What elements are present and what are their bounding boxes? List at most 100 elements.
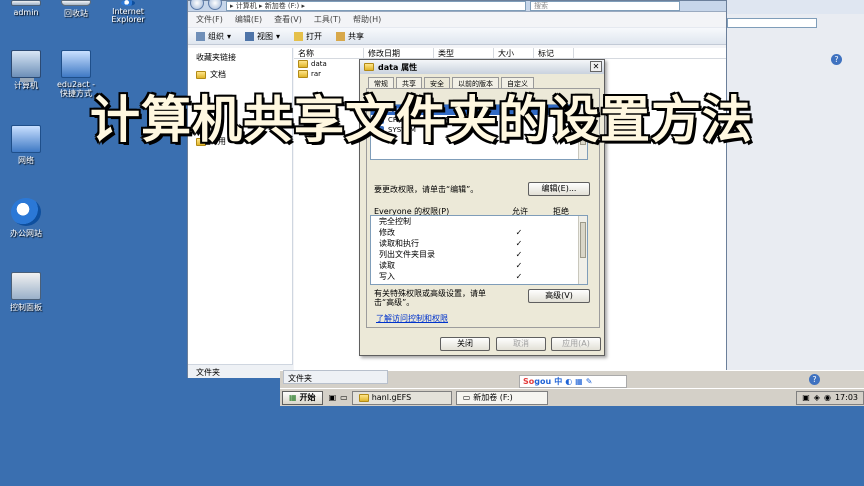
folders-toggle[interactable]: 文件夹 bbox=[188, 364, 293, 378]
file-name: rar bbox=[311, 70, 322, 78]
shortcut-icon bbox=[61, 50, 91, 78]
help-icon[interactable]: ? bbox=[809, 374, 820, 385]
recycle-bin-icon bbox=[61, 0, 91, 6]
views-button[interactable]: 视图 ▾ bbox=[245, 31, 280, 42]
desktop-icon-label: 控制面板 bbox=[10, 303, 42, 312]
start-label: 开始 bbox=[299, 393, 316, 402]
taskbar: ▦ 开始 ▣ ▭ hanl.gEFS ▭ 新加卷 (F:) ▣ ◈ ◉ 17:03 bbox=[280, 388, 864, 406]
permission-name: 写入 bbox=[379, 272, 395, 281]
volume-tray-icon[interactable]: ◈ bbox=[814, 393, 820, 402]
open-label: 打开 bbox=[306, 31, 323, 41]
change-hint: 要更改权限，请单击“编辑”。 bbox=[374, 185, 479, 194]
column-tags[interactable]: 标记 bbox=[534, 48, 574, 58]
folder-icon bbox=[364, 63, 374, 71]
help-icon[interactable]: ? bbox=[831, 54, 842, 65]
background-titlebar bbox=[723, 0, 864, 14]
views-icon bbox=[245, 31, 255, 41]
folder-icon bbox=[298, 60, 308, 68]
scrollbar-thumb[interactable] bbox=[580, 222, 586, 258]
desktop-icon-recycle-bin[interactable]: 回收站 bbox=[50, 0, 102, 19]
views-label: 视图 bbox=[257, 31, 274, 41]
desktop-icon-label: 计算机 bbox=[14, 81, 38, 90]
edit-button[interactable]: 编辑(E)... bbox=[528, 182, 590, 196]
sogou-logo: Sogou bbox=[523, 377, 551, 386]
clock[interactable]: 17:03 bbox=[835, 393, 858, 402]
access-control-help-link[interactable]: 了解访问控制和权限 bbox=[376, 313, 448, 324]
quick-launch-icon[interactable]: ▭ bbox=[340, 393, 348, 402]
folder-icon bbox=[298, 70, 308, 78]
permission-name: 修改 bbox=[379, 228, 395, 237]
permission-name: 读取 bbox=[379, 261, 395, 270]
permissions-list: 完全控制 修改 ✓ 读取和执行 ✓ 列出文件夹目录 ✓ 读取 ✓ 写入 ✓ bbox=[370, 215, 588, 285]
permission-row: 修改 ✓ bbox=[371, 227, 587, 238]
organize-icon bbox=[196, 31, 205, 41]
desktop-icon-computer[interactable]: 计算机 bbox=[0, 50, 52, 91]
organize-label: 组织 bbox=[208, 31, 224, 41]
ime-keyboard-icon[interactable]: ▦ bbox=[575, 377, 583, 386]
desktop-icon-ie[interactable]: Internet Explorer bbox=[100, 0, 156, 24]
ie-icon bbox=[11, 198, 41, 226]
address-field[interactable]: ▸ 计算机 ▸ 新加卷 (F:) ▸ bbox=[226, 1, 526, 11]
menu-file[interactable]: 文件(F) bbox=[196, 14, 223, 25]
task-button[interactable]: hanl.gEFS bbox=[351, 390, 452, 405]
desktop-icon-label: Internet Explorer bbox=[111, 7, 145, 24]
task-label: hanl.gEFS bbox=[371, 393, 412, 402]
menu-tools[interactable]: 工具(T) bbox=[314, 14, 341, 25]
column-modified[interactable]: 修改日期 bbox=[364, 48, 434, 58]
system-tray: ▣ ◈ ◉ 17:03 bbox=[796, 390, 864, 405]
sogou-logo-s: So bbox=[523, 377, 535, 386]
advanced-hint: 有关特殊权限或高级设置，请单击“高级”。 bbox=[374, 289, 486, 307]
menu-view[interactable]: 查看(V) bbox=[274, 14, 302, 25]
dialog-titlebar: data 属性 bbox=[360, 60, 604, 74]
permission-row: 完全控制 bbox=[371, 216, 587, 227]
advanced-button[interactable]: 高级(V) bbox=[528, 289, 590, 303]
menu-help[interactable]: 帮助(H) bbox=[353, 14, 381, 25]
column-size[interactable]: 大小 bbox=[494, 48, 534, 58]
sogou-logo-gou: gou bbox=[534, 377, 552, 386]
toolbar: 组织 ▾ 视图 ▾ 打开 共享 bbox=[188, 27, 726, 45]
desktop-icon-admin[interactable]: admin bbox=[0, 0, 52, 17]
cancel-button[interactable]: 取消 bbox=[496, 337, 546, 351]
scrollbar[interactable] bbox=[578, 216, 587, 284]
dialog-title: data 属性 bbox=[378, 62, 418, 72]
folders-pane-label: 文件夹 bbox=[283, 370, 388, 384]
ime-tray-icon[interactable]: ◉ bbox=[824, 393, 831, 402]
open-button[interactable]: 打开 bbox=[294, 31, 322, 42]
network-icon bbox=[11, 125, 41, 153]
ime-settings-icon[interactable]: ✎ bbox=[586, 377, 593, 386]
share-button[interactable]: 共享 bbox=[336, 31, 364, 42]
desktop-icon-label: admin bbox=[13, 8, 39, 17]
ime-moon-icon[interactable]: ◐ bbox=[565, 377, 572, 386]
column-type[interactable]: 类型 bbox=[434, 48, 494, 58]
network-tray-icon[interactable]: ▣ bbox=[802, 393, 810, 402]
ok-button[interactable]: 关闭 bbox=[440, 337, 490, 351]
search-input[interactable]: 搜索 bbox=[530, 1, 680, 11]
share-icon bbox=[336, 31, 346, 41]
forward-button[interactable] bbox=[208, 0, 222, 10]
drive-icon: ▭ bbox=[462, 393, 471, 402]
allow-check: ✓ bbox=[515, 250, 523, 259]
desktop-icon-control-panel[interactable]: 控制面板 bbox=[0, 272, 52, 313]
back-button[interactable] bbox=[190, 0, 204, 10]
quick-launch-icon[interactable]: ▣ bbox=[329, 393, 337, 402]
ime-toolbar[interactable]: Sogou 中 ◐ ▦ ✎ bbox=[519, 375, 627, 388]
column-headers: 名称 修改日期 类型 大小 标记 bbox=[294, 48, 726, 59]
ime-mode[interactable]: 中 bbox=[554, 376, 562, 387]
permission-name: 完全控制 bbox=[379, 217, 411, 226]
close-button[interactable]: ✕ bbox=[590, 61, 602, 72]
allow-check bbox=[509, 216, 529, 227]
task-label: 新加卷 (F:) bbox=[473, 393, 513, 402]
desktop-icon-network[interactable]: 网络 bbox=[0, 125, 52, 166]
apply-button[interactable]: 应用(A) bbox=[551, 337, 601, 351]
ie-icon bbox=[121, 0, 135, 6]
favorites-title: 收藏夹链接 bbox=[196, 53, 236, 62]
start-button[interactable]: ▦ 开始 bbox=[282, 390, 323, 405]
control-panel-icon bbox=[11, 272, 41, 300]
permission-row: 列出文件夹目录 ✓ bbox=[371, 249, 587, 260]
column-name[interactable]: 名称 bbox=[294, 48, 364, 58]
folder-icon bbox=[358, 393, 369, 402]
task-button[interactable]: ▭ 新加卷 (F:) bbox=[455, 390, 548, 405]
menu-edit[interactable]: 编辑(E) bbox=[235, 14, 262, 25]
organize-button[interactable]: 组织 ▾ bbox=[196, 31, 231, 42]
desktop-icon-office-site[interactable]: 办公网站 bbox=[0, 198, 52, 239]
